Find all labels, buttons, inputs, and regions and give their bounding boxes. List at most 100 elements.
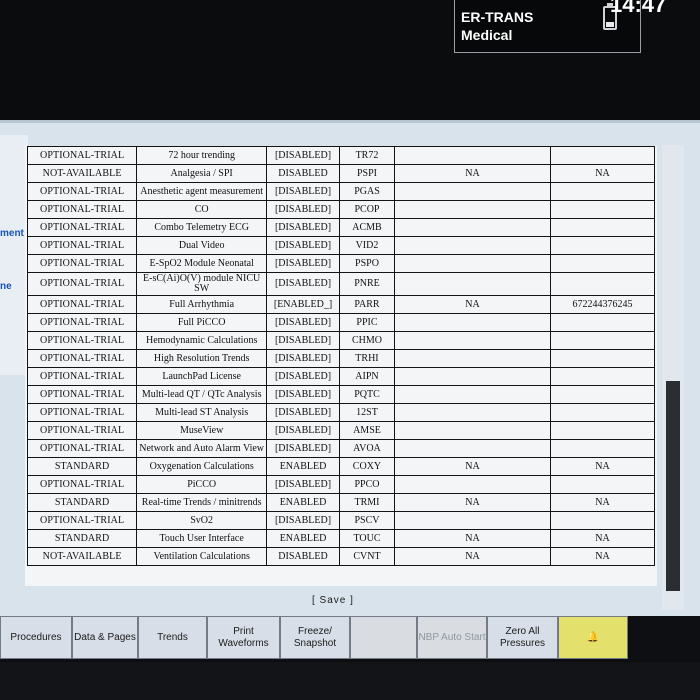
value-cell-2 [550,385,655,404]
availability-cell: OPTIONAL-TRIAL [26,182,138,201]
availability-cell: OPTIONAL-TRIAL [26,403,138,422]
code-cell: 12ST [338,403,396,422]
value-cell-1 [394,421,551,440]
table-row[interactable]: OPTIONAL-TRIAL Full PiCCO [DISABLED] PPIC [26,313,655,332]
table-row[interactable]: STANDARD Oxygenation Calculations ENABLED C… [26,457,655,476]
table-row[interactable]: OPTIONAL-TRIAL SvO2 [DISABLED] PSCV [26,511,655,530]
state-cell: [DISABLED] [266,331,340,350]
option-cell: CO [136,200,268,219]
code-cell: PNRE [338,272,396,296]
code-cell: TOUC [338,529,396,548]
code-cell: PGAS [338,182,396,201]
option-cell: MuseView [136,421,268,440]
disabled-task-button [350,616,417,659]
availability-cell: OPTIONAL-TRIAL [26,146,138,165]
zero-all-pressures-button[interactable]: Zero All Pressures [487,616,558,659]
left-partial-label-2: ne [0,281,12,292]
state-cell: [DISABLED] [266,421,340,440]
table-row[interactable]: OPTIONAL-TRIAL Anesthetic agent measureme… [26,182,655,201]
table-row[interactable]: NOT-AVAILABLE Analgesia / SPI DISABLED PSPI… [26,164,655,183]
value-cell-1 [394,439,551,458]
availability-cell: OPTIONAL-TRIAL [26,367,138,386]
state-cell: [DISABLED] [266,182,340,201]
procedures-button[interactable]: Procedures [0,616,72,659]
save-button[interactable]: [ Save ] [312,595,354,606]
table-row[interactable]: OPTIONAL-TRIAL High Resolution Trends [DIS… [26,349,655,368]
value-cell-2 [550,403,655,422]
code-cell: PCOP [338,200,396,219]
state-cell: [DISABLED] [266,475,340,494]
option-cell: Combo Telemetry ECG [136,218,268,237]
value-cell-1: NA [394,164,551,183]
value-cell-2 [550,272,655,296]
value-cell-2 [550,200,655,219]
data-pages-button[interactable]: Data & Pages [72,616,138,659]
table-row[interactable]: OPTIONAL-TRIAL CO [DISABLED] PCOP [26,200,655,219]
table-row[interactable]: OPTIONAL-TRIAL Multi-lead QT / QTc Analys… [26,385,655,404]
value-cell-1 [394,331,551,350]
value-cell-2 [550,236,655,255]
value-cell-2 [550,349,655,368]
table-row[interactable]: OPTIONAL-TRIAL Full Arrhythmia [ENABLED_] P… [26,295,655,314]
value-cell-2 [550,367,655,386]
table-row[interactable]: OPTIONAL-TRIAL Combo Telemetry ECG [DISABL… [26,218,655,237]
state-cell: ENABLED [266,529,340,548]
value-cell-1 [394,146,551,165]
table-row[interactable]: NOT-AVAILABLE Ventilation Calculations DIS… [26,547,655,566]
value-cell-1: NA [394,529,551,548]
freeze-snapshot-button[interactable]: Freeze/ Snapshot [280,616,350,659]
value-cell-2: NA [550,547,655,566]
value-cell-1 [394,313,551,332]
code-cell: TRHI [338,349,396,368]
table-row[interactable]: OPTIONAL-TRIAL Hemodynamic Calculations [D… [26,331,655,350]
value-cell-2: NA [550,529,655,548]
option-cell: E-SpO2 Module Neonatal [136,254,268,273]
bottom-bezel [0,662,700,700]
availability-cell: OPTIONAL-TRIAL [26,349,138,368]
code-cell: PPIC [338,313,396,332]
value-cell-1 [394,511,551,530]
print-waveforms-button[interactable]: Print Waveforms [207,616,280,659]
table-scrollbar[interactable] [662,145,684,610]
state-cell: [DISABLED] [266,200,340,219]
code-cell: PSCV [338,511,396,530]
option-cell: Oxygenation Calculations [136,457,268,476]
value-cell-1 [394,218,551,237]
table-row[interactable]: OPTIONAL-TRIAL PiCCO [DISABLED] PPCO [26,475,655,494]
table-row[interactable]: OPTIONAL-TRIAL E-SpO2 Module Neonatal [DIS… [26,254,655,273]
value-cell-2: NA [550,164,655,183]
trends-button[interactable]: Trends [138,616,207,659]
table-row[interactable]: OPTIONAL-TRIAL E-sC(Ai)O(V) module NICU S… [26,272,655,296]
availability-cell: NOT-AVAILABLE [26,547,138,566]
option-cell: Multi-lead ST Analysis [136,403,268,422]
value-cell-2 [550,439,655,458]
table-row[interactable]: OPTIONAL-TRIAL LaunchPad License [DISABLED… [26,367,655,386]
availability-cell: OPTIONAL-TRIAL [26,313,138,332]
code-cell: PSPI [338,164,396,183]
option-cell: Hemodynamic Calculations [136,331,268,350]
value-cell-2: NA [550,493,655,512]
table-row[interactable]: OPTIONAL-TRIAL 72 hour trending [DISABLED]… [26,146,655,165]
value-cell-2: 672244376245 [550,295,655,314]
state-cell: [DISABLED] [266,146,340,165]
code-cell: VID2 [338,236,396,255]
state-cell: ENABLED [266,457,340,476]
table-row[interactable]: OPTIONAL-TRIAL Dual Video [DISABLED] VID2 [26,236,655,255]
state-cell: [DISABLED] [266,236,340,255]
availability-cell: OPTIONAL-TRIAL [26,439,138,458]
table-row[interactable]: STANDARD Touch User Interface ENABLED TOUC N… [26,529,655,548]
code-cell: PSPO [338,254,396,273]
table-row[interactable]: OPTIONAL-TRIAL MuseView [DISABLED] AMSE [26,421,655,440]
option-cell: Real-time Trends / minitrends [136,493,268,512]
scrollbar-thumb[interactable] [666,381,680,591]
value-cell-1: NA [394,547,551,566]
value-cell-1 [394,272,551,296]
alarm-silence-button[interactable]: 🔔 [558,616,628,659]
availability-cell: OPTIONAL-TRIAL [26,218,138,237]
value-cell-2 [550,331,655,350]
table-row[interactable]: OPTIONAL-TRIAL Multi-lead ST Analysis [DIS… [26,403,655,422]
table-row[interactable]: STANDARD Real-time Trends / minitrends ENA… [26,493,655,512]
status-text: ER-TRANS Medical [461,8,533,44]
table-row[interactable]: OPTIONAL-TRIAL Network and Auto Alarm Vie… [26,439,655,458]
left-partial-label-1: ment [0,228,24,239]
